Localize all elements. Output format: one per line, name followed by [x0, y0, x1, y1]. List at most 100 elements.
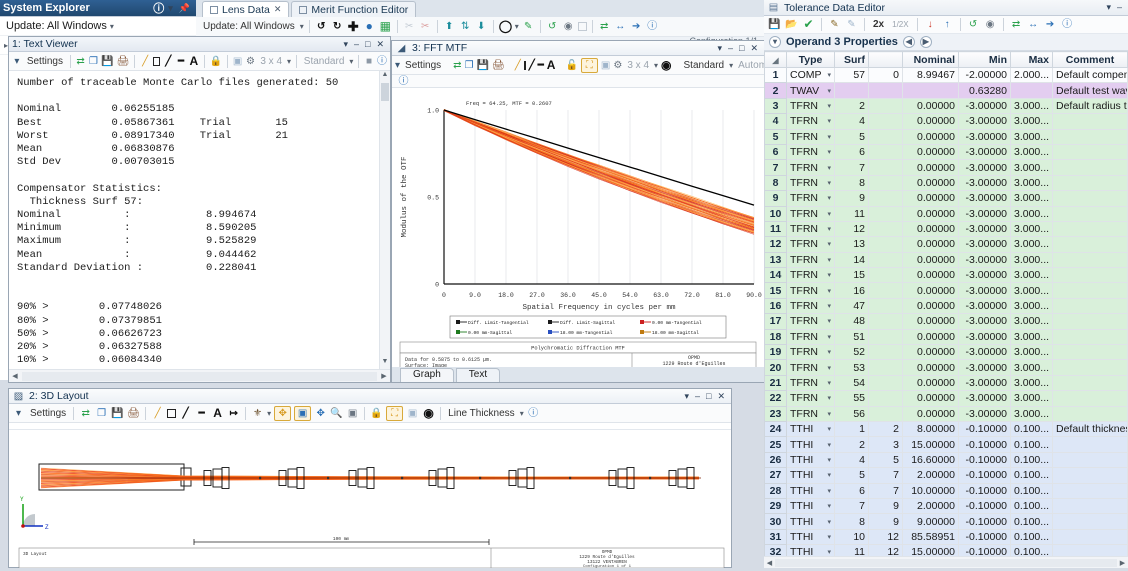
type-dropdown[interactable]: TFRN ▾: [786, 359, 835, 376]
surf2-cell[interactable]: [868, 313, 903, 330]
chevron-down-icon[interactable]: ▾: [349, 57, 353, 66]
gear-icon[interactable]: ⚙: [246, 55, 256, 68]
question-icon[interactable]: ⓘ: [153, 0, 164, 16]
surf-cell[interactable]: 6: [834, 143, 869, 161]
max-cell[interactable]: 3.000...: [1010, 328, 1053, 346]
min-cell[interactable]: -3.00000: [958, 359, 1011, 376]
help-icon[interactable]: ⓘ: [1061, 18, 1074, 31]
row-number[interactable]: 10: [764, 205, 787, 222]
nominal-cell[interactable]: 0.00000: [902, 113, 959, 130]
type-dropdown[interactable]: TFRN ▾: [786, 405, 835, 422]
comment-cell[interactable]: [1052, 513, 1128, 530]
surf2-cell[interactable]: 12: [868, 528, 903, 546]
style-label[interactable]: Standard: [302, 56, 347, 67]
type-dropdown[interactable]: TFRN ▾: [786, 190, 835, 207]
refresh-icon[interactable]: ⇄: [76, 55, 86, 68]
comment-cell[interactable]: [1052, 220, 1128, 238]
copy-icon[interactable]: ❐: [89, 55, 99, 68]
nominal-cell[interactable]: 0.00000: [902, 220, 959, 238]
comment-cell[interactable]: [1052, 251, 1128, 269]
table-row[interactable]: 30 TTHI ▾ 8 9 9.00000 -0.10000 0.100...: [764, 513, 1128, 530]
table-row[interactable]: 32 TTHI ▾ 11 12 15.00000 -0.10000 0.100...: [764, 544, 1128, 556]
comment-cell[interactable]: [1052, 267, 1128, 284]
nominal-cell[interactable]: 0.00000: [902, 313, 959, 330]
table-row[interactable]: 8 TFRN ▾ 8 0.00000 -3.00000 3.000...: [764, 174, 1128, 192]
nominal-cell[interactable]: 2.00000: [902, 497, 959, 515]
min-cell[interactable]: -3.00000: [958, 236, 1011, 253]
type-dropdown[interactable]: TTHI ▾: [786, 482, 835, 499]
chevron-down-icon[interactable]: ▾: [717, 43, 722, 54]
min-cell[interactable]: 0.63280: [958, 82, 1011, 99]
minimize-icon[interactable]: –: [728, 43, 733, 54]
surf2-cell[interactable]: 12: [868, 544, 903, 556]
table-row[interactable]: 31 TTHI ▾ 10 12 85.58951 -0.10000 0.100...: [764, 528, 1128, 546]
col-max[interactable]: Max: [1010, 51, 1053, 68]
comment-cell[interactable]: [1052, 344, 1128, 361]
min-cell[interactable]: -0.10000: [958, 497, 1011, 515]
nominal-cell[interactable]: [902, 82, 959, 99]
surf2-cell[interactable]: [868, 344, 903, 361]
max-cell[interactable]: 0.100...: [1010, 436, 1053, 453]
comment-cell[interactable]: [1052, 113, 1128, 130]
eye-icon[interactable]: ◉: [562, 20, 575, 33]
text-tool-icon[interactable]: A: [189, 54, 199, 68]
contrast-icon[interactable]: ◉: [661, 58, 671, 72]
pin-icon[interactable]: 📌: [179, 3, 190, 14]
type-dropdown[interactable]: TFRN ▾: [786, 205, 835, 222]
table-row[interactable]: 5 TFRN ▾ 5 0.00000 -3.00000 3.000...: [764, 128, 1128, 145]
nominal-cell[interactable]: 16.60000: [902, 451, 959, 469]
surf2-cell[interactable]: 5: [868, 451, 903, 469]
dimension-icon[interactable]: ↦: [227, 407, 240, 420]
comment-cell[interactable]: Default compensator on back focu: [1052, 66, 1128, 84]
table-row[interactable]: 9 TFRN ▾ 9 0.00000 -3.00000 3.000...: [764, 190, 1128, 207]
type-dropdown[interactable]: COMP ▾: [786, 66, 835, 84]
blank-icon[interactable]: [577, 22, 587, 31]
comment-cell[interactable]: [1052, 405, 1128, 422]
tab-graph[interactable]: Graph: [400, 368, 454, 382]
table-row[interactable]: 22 TFRN ▾ 55 0.00000 -3.00000 3.000...: [764, 390, 1128, 407]
type-dropdown[interactable]: TFRN ▾: [786, 313, 835, 330]
text-viewer-vertical-scrollbar[interactable]: ▲ ▼: [379, 71, 390, 369]
scroll-track[interactable]: [22, 371, 377, 381]
print-icon[interactable]: 🖨: [492, 59, 505, 72]
gear-icon[interactable]: ⚙: [613, 59, 622, 72]
table-row[interactable]: 23 TFRN ▾ 56 0.00000 -3.00000 3.000...: [764, 405, 1128, 422]
comment-cell[interactable]: [1052, 374, 1128, 392]
comment-cell[interactable]: [1052, 205, 1128, 222]
comment-cell[interactable]: [1052, 128, 1128, 145]
surf-cell[interactable]: 4: [834, 113, 869, 130]
row-number[interactable]: 21: [764, 374, 787, 392]
surf-cell[interactable]: 8: [834, 174, 869, 192]
chevron-down-icon[interactable]: ▾: [684, 391, 689, 402]
max-cell[interactable]: 3.000...: [1010, 143, 1053, 161]
nominal-cell[interactable]: 0.00000: [902, 297, 959, 315]
surf-cell[interactable]: 12: [834, 220, 869, 238]
double-tolerance-button[interactable]: 2x: [871, 19, 886, 30]
surf2-cell[interactable]: 0: [868, 66, 903, 84]
max-cell[interactable]: 3.000...: [1010, 220, 1053, 238]
surf-cell[interactable]: 7: [834, 497, 869, 515]
help-icon[interactable]: ⓘ: [527, 407, 540, 420]
tab-merit-function-editor[interactable]: Merit Function Editor: [291, 1, 417, 17]
text-tool-icon[interactable]: A: [547, 58, 556, 72]
min-cell[interactable]: -3.00000: [958, 159, 1011, 176]
diagonal-line-icon[interactable]: ╱: [163, 55, 173, 68]
table-row[interactable]: 7 TFRN ▾ 7 0.00000 -3.00000 3.000...: [764, 159, 1128, 176]
comment-cell[interactable]: [1052, 497, 1128, 515]
row-number[interactable]: 27: [764, 467, 787, 484]
nominal-cell[interactable]: 2.00000: [902, 467, 959, 484]
row-number[interactable]: 11: [764, 220, 787, 238]
nominal-cell[interactable]: 0.00000: [902, 190, 959, 207]
comment-cell[interactable]: [1052, 313, 1128, 330]
table-row[interactable]: 25 TTHI ▾ 2 3 15.00000 -0.10000 0.100...: [764, 436, 1128, 453]
nominal-cell[interactable]: 0.00000: [902, 251, 959, 269]
chevron-down-icon[interactable]: ▾: [343, 39, 348, 50]
type-dropdown[interactable]: TTHI ▾: [786, 528, 835, 546]
insert-surface-icon[interactable]: ✚: [347, 20, 360, 33]
col-nominal[interactable]: Nominal: [902, 51, 959, 68]
line-color-icon[interactable]: ╱: [140, 55, 150, 68]
table-row[interactable]: 2TWAV▾ 0.63280 Default test wavelength.: [764, 82, 1128, 99]
max-cell[interactable]: 3.000...: [1010, 236, 1053, 253]
text-viewer-horizontal-scrollbar[interactable]: ◀ ▶: [9, 369, 390, 382]
type-dropdown[interactable]: TTHI ▾: [786, 544, 835, 556]
